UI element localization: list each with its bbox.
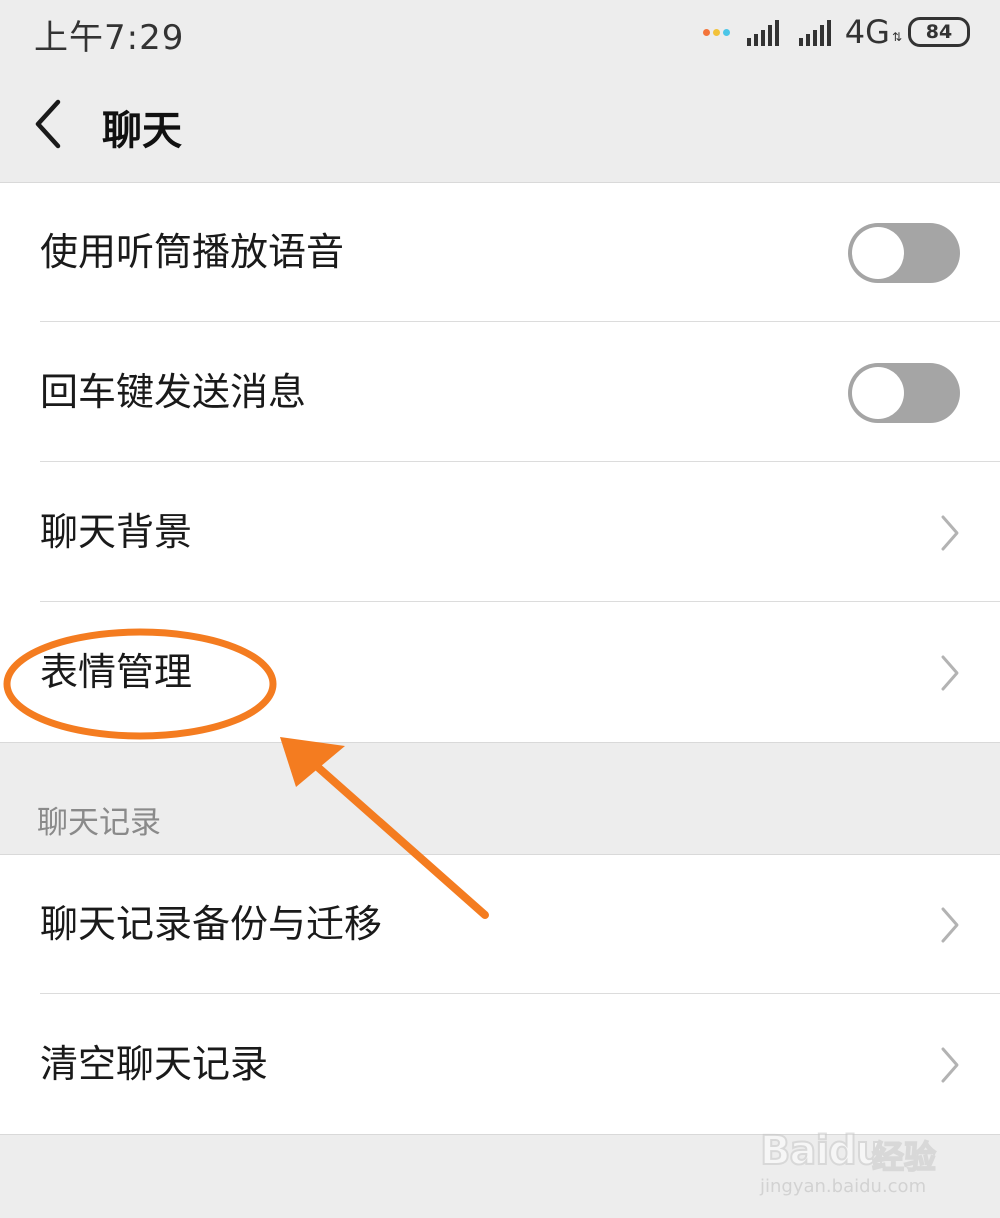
toggle-knob [852, 227, 904, 279]
watermark-url: jingyan.baidu.com [760, 1176, 927, 1197]
title-bar: 聊天 [0, 66, 1000, 182]
section-header-chat-history: 聊天记录 [37, 805, 161, 841]
notification-dots-icon [702, 28, 733, 36]
status-time: 上午7:29 [34, 18, 185, 58]
divider [40, 601, 1000, 602]
enter-send-toggle[interactable] [848, 363, 960, 423]
chevron-right-icon [941, 515, 959, 551]
battery-icon: 84 [908, 17, 970, 47]
setting-row-earpiece[interactable]: 使用听筒播放语音 [0, 183, 1000, 322]
battery-level: 84 [925, 21, 953, 43]
chevron-left-icon[interactable] [30, 96, 70, 152]
settings-group: 使用听筒播放语音 回车键发送消息 聊天背景 表情管理 [0, 182, 1000, 743]
setting-label: 聊天记录备份与迁移 [40, 902, 383, 946]
watermark-brand-cn: 经验 [871, 1137, 937, 1177]
setting-label: 聊天背景 [40, 510, 193, 554]
chat-history-group: 聊天记录备份与迁移 清空聊天记录 [0, 854, 1000, 1135]
toggle-knob [852, 367, 904, 419]
chevron-right-icon [941, 655, 959, 691]
setting-row-chat-background[interactable]: 聊天背景 [0, 463, 1000, 602]
divider [40, 461, 1000, 462]
setting-label: 使用听筒播放语音 [40, 230, 345, 274]
chevron-right-icon [941, 907, 959, 943]
status-bar: 上午7:29 4G ⇅ 84 [0, 0, 1000, 66]
setting-row-enter-send[interactable]: 回车键发送消息 [0, 323, 1000, 462]
divider [40, 993, 1000, 994]
earpiece-toggle[interactable] [848, 223, 960, 283]
setting-row-sticker-management[interactable]: 表情管理 [0, 603, 1000, 742]
setting-label: 清空聊天记录 [40, 1042, 269, 1086]
divider [40, 321, 1000, 322]
setting-row-backup-migrate[interactable]: 聊天记录备份与迁移 [0, 855, 1000, 994]
data-activity-icon: ⇅ [891, 30, 902, 44]
status-icons: 4G ⇅ 84 [702, 13, 970, 51]
baidu-watermark: Baidu 经验 jingyan.baidu.com [759, 1108, 950, 1198]
signal-strength-icon [746, 20, 779, 46]
setting-label: 表情管理 [40, 650, 193, 694]
watermark-brand: Baidu [759, 1127, 885, 1175]
signal-strength-icon-2 [798, 20, 831, 46]
annotation-arrow-head [280, 737, 345, 787]
network-type: 4G [844, 13, 890, 51]
chevron-right-icon [941, 1047, 959, 1083]
page-title: 聊天 [102, 108, 182, 154]
setting-label: 回车键发送消息 [40, 370, 307, 414]
